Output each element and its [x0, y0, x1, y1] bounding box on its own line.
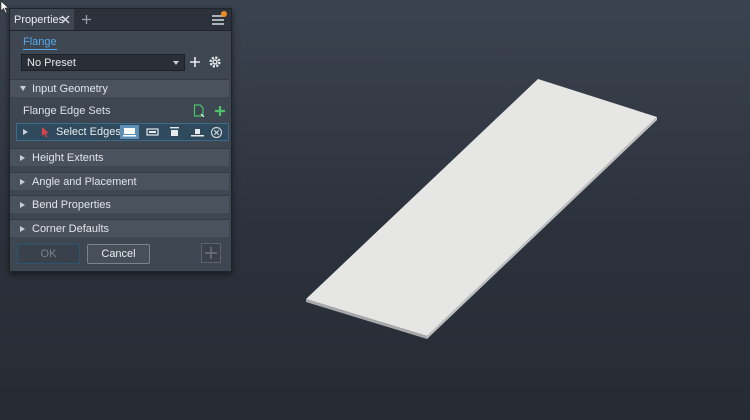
section-label: Input Geometry [32, 82, 108, 95]
caret-down-icon [20, 86, 26, 91]
gear-icon[interactable] [208, 55, 222, 69]
select-edges-label: Select Edges [56, 126, 121, 138]
feature-title[interactable]: Flange [23, 36, 57, 50]
ok-button[interactable]: OK [17, 244, 80, 264]
caret-right-icon [20, 179, 25, 185]
add-edge-set-icon[interactable] [214, 105, 226, 117]
tab-label: Properties [14, 13, 65, 26]
section-bend-properties[interactable]: Bend Properties [10, 195, 229, 213]
cancel-button[interactable]: Cancel [87, 244, 150, 264]
plus-icon [205, 247, 217, 259]
chevron-down-icon [173, 61, 179, 65]
section-input-geometry[interactable]: Input Geometry [10, 79, 229, 97]
caret-right-icon [23, 129, 28, 135]
section-corner-defaults[interactable]: Corner Defaults [10, 219, 229, 237]
apply-and-new-button[interactable] [201, 243, 221, 263]
edge-mode-button-1[interactable] [120, 125, 139, 139]
edge-mode-icon [170, 127, 179, 136]
section-angle-and-placement[interactable]: Angle and Placement [10, 172, 229, 190]
close-icon[interactable] [60, 14, 71, 25]
caret-right-icon [20, 155, 25, 161]
section-label: Angle and Placement [32, 175, 137, 188]
add-preset-button[interactable] [188, 55, 202, 69]
cursor-arrow-icon [42, 127, 49, 138]
edge-mode-button-4[interactable] [188, 125, 207, 139]
caret-right-icon [20, 226, 25, 232]
properties-panel: Properties Flange No Preset Input Geomet… [9, 8, 232, 272]
section-height-extents[interactable]: Height Extents [10, 148, 229, 166]
section-label: Height Extents [32, 151, 104, 164]
section-label: Bend Properties [32, 198, 111, 211]
plus-icon[interactable] [81, 14, 92, 25]
sheet-metal-part[interactable] [306, 79, 657, 336]
edge-mode-button-3[interactable] [165, 125, 184, 139]
preset-value: No Preset [27, 56, 76, 69]
edge-mode-icon [123, 128, 136, 137]
panel-tab-bar: Properties [10, 9, 231, 31]
select-edges-row[interactable]: Select Edges [16, 123, 229, 141]
section-label: Corner Defaults [32, 222, 110, 235]
flange-edge-sets-label: Flange Edge Sets [23, 105, 111, 117]
edge-mode-button-2[interactable] [143, 125, 162, 139]
edge-mode-icon [146, 128, 159, 136]
preset-dropdown[interactable]: No Preset [21, 54, 185, 71]
document-icon[interactable] [193, 104, 205, 117]
clear-icon[interactable] [210, 126, 223, 139]
notification-dot [221, 11, 227, 17]
caret-right-icon [20, 202, 25, 208]
edge-mode-icon [191, 129, 204, 137]
